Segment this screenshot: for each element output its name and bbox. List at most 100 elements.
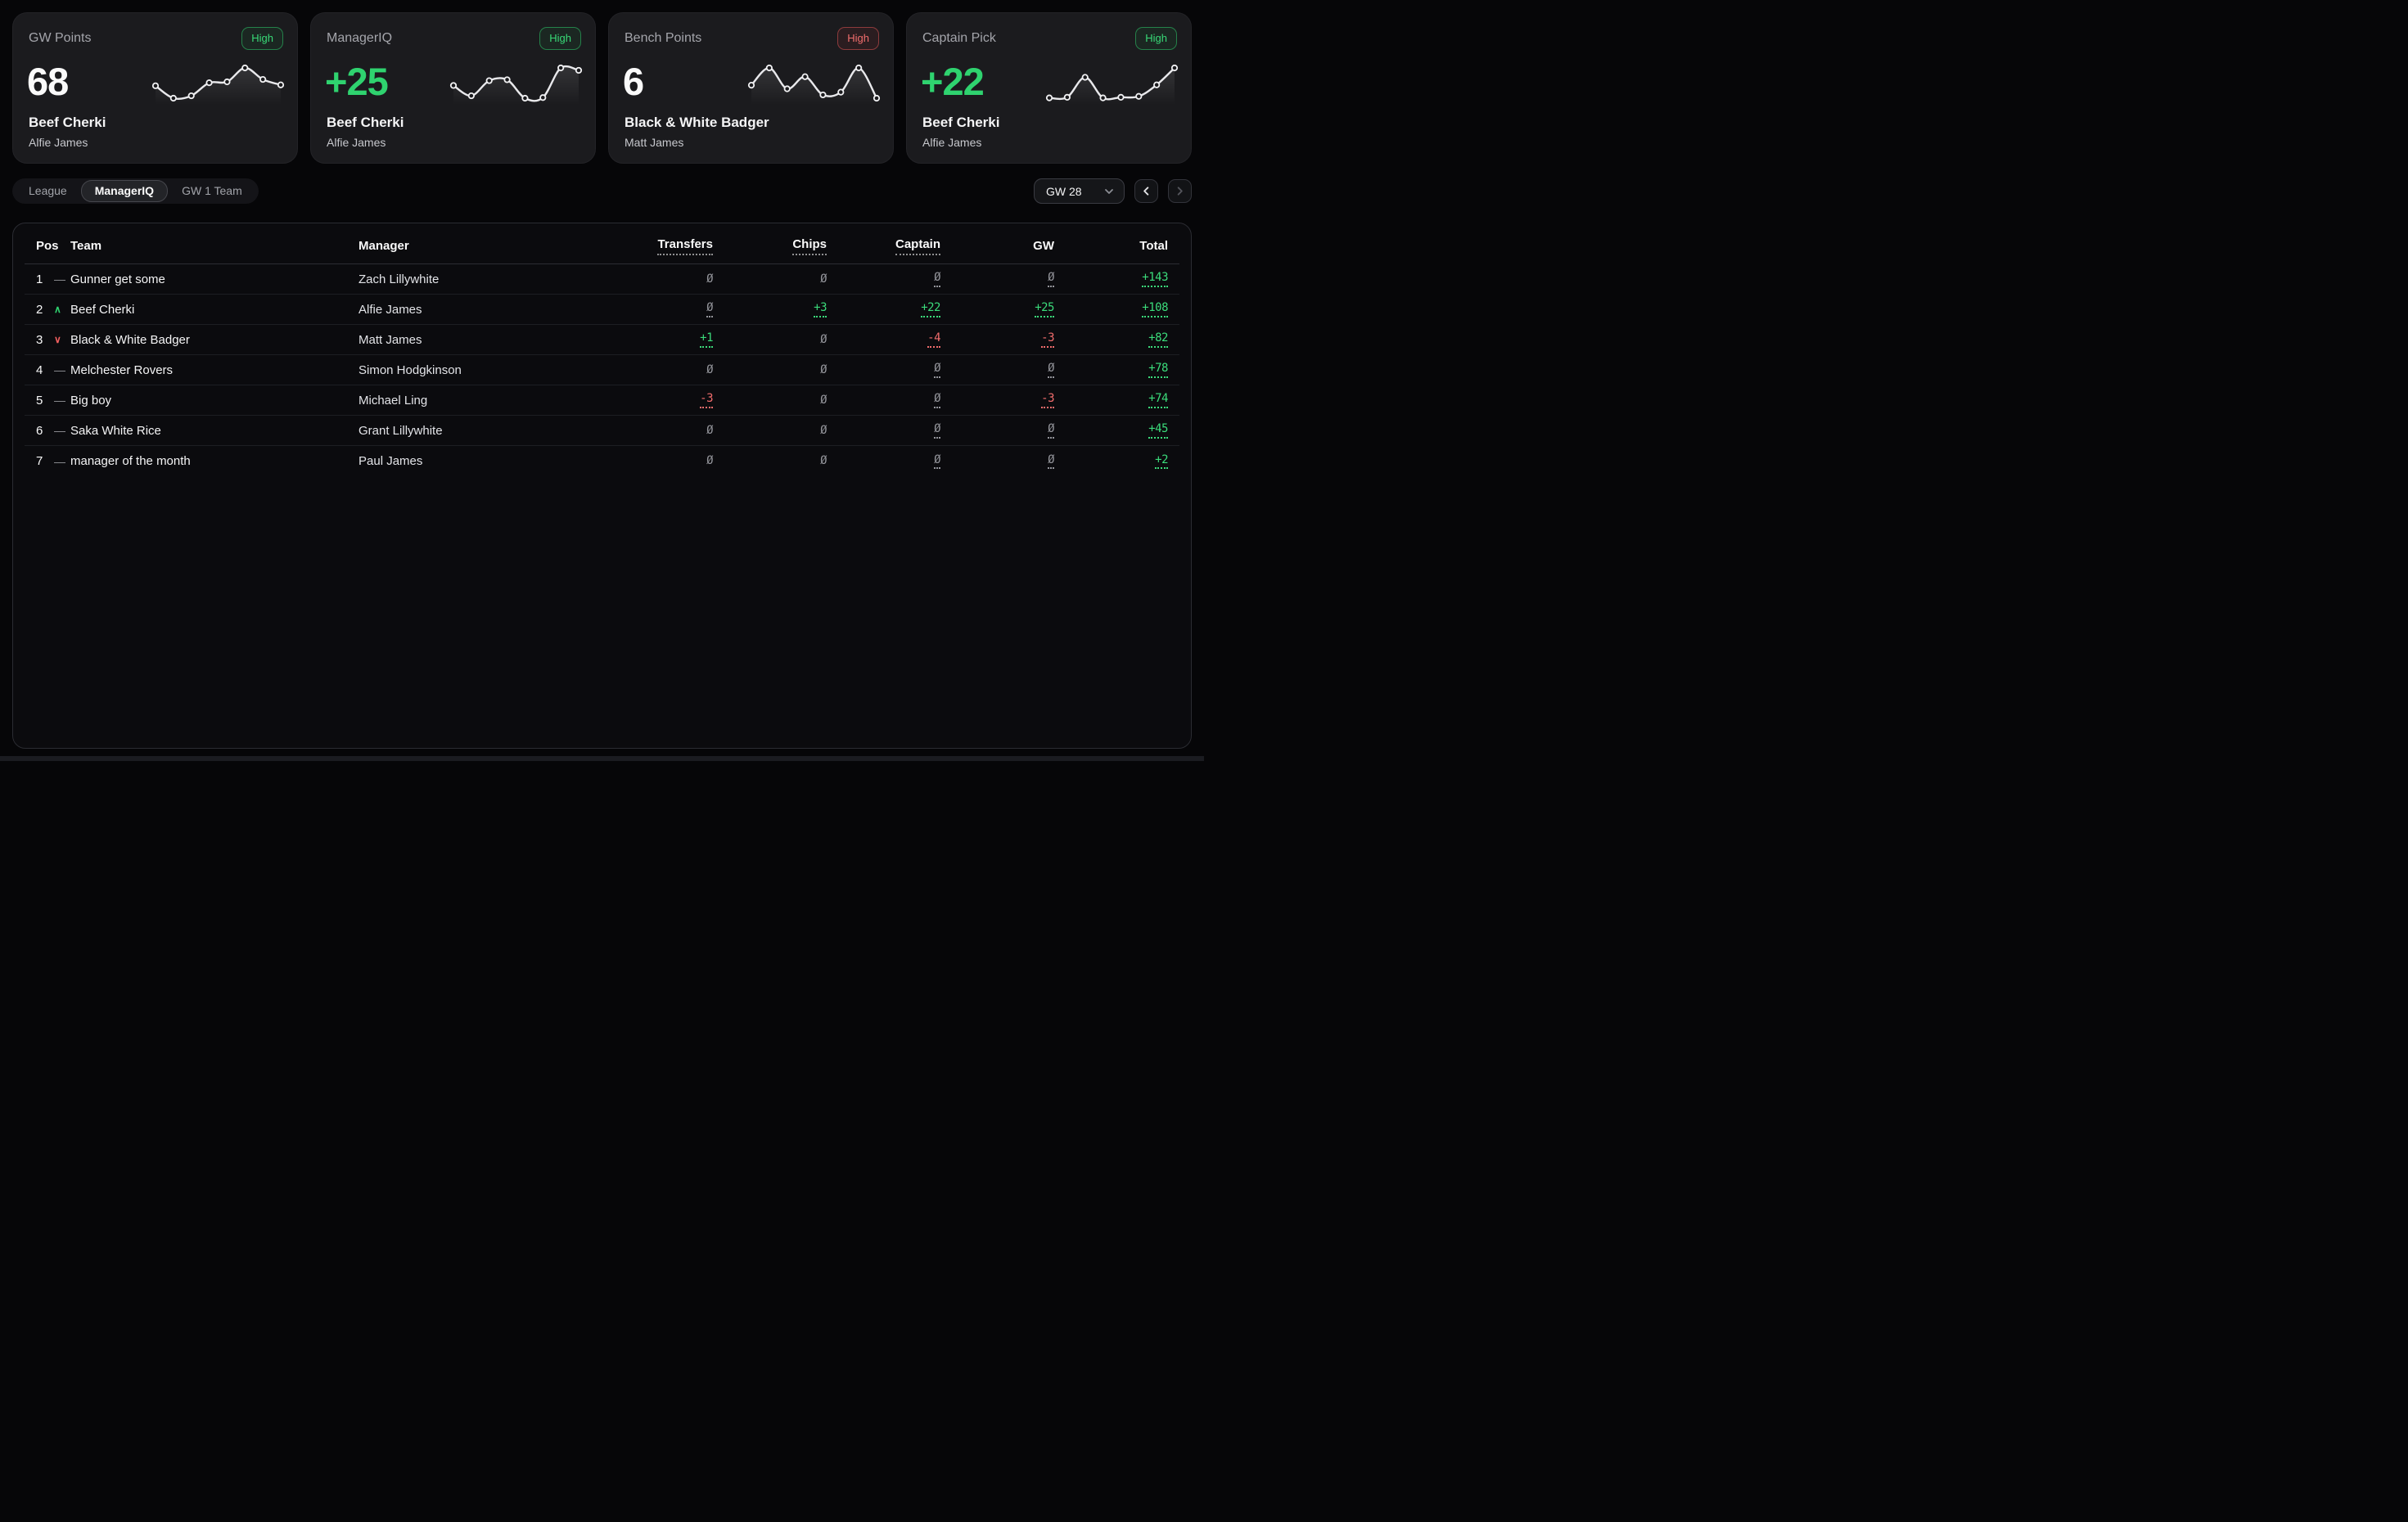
captain-value-cell: Ø [827, 362, 940, 377]
total-value[interactable]: +74 [1148, 392, 1168, 408]
gameweek-select[interactable]: GW 28 [1034, 178, 1125, 204]
col-header-label[interactable]: Chips [792, 237, 827, 255]
stat-card-gw-points: GW Points High 68 Beef Cherki Alfie Jame… [12, 12, 298, 164]
manager-name: Simon Hodgkinson [358, 363, 599, 377]
captain-value[interactable]: Ø [934, 453, 940, 469]
table-row[interactable]: 3∨Black & White BadgerMatt James+1Ø-4-3+… [25, 325, 1179, 355]
chips-value-cell: Ø [713, 333, 827, 346]
card-team-name: Beef Cherki [29, 115, 106, 131]
team-name: Melchester Rovers [70, 363, 358, 377]
captain-value[interactable]: Ø [934, 271, 940, 286]
card-title: Captain Pick [922, 31, 996, 46]
manager-name: Matt James [358, 333, 599, 347]
status-badge: High [241, 27, 283, 50]
stat-card-bench-points: Bench Points High 6 Black & White Badger… [608, 12, 894, 164]
dashboard-page: GW Points High 68 Beef Cherki Alfie Jame… [0, 0, 1204, 761]
col-header-total: Total [1054, 239, 1168, 253]
card-title: Bench Points [625, 31, 701, 46]
manager-name: Grant Lillywhite [358, 424, 599, 438]
table-row[interactable]: 4—Melchester RoversSimon HodgkinsonØØØØ+… [25, 355, 1179, 385]
movement-same-icon: — [52, 456, 70, 467]
transfers-value[interactable]: Ø [706, 301, 713, 317]
gw-value[interactable]: +25 [1035, 301, 1054, 317]
movement-up-icon: ∧ [52, 304, 70, 314]
status-badge: High [1135, 27, 1177, 50]
col-header-label[interactable]: Captain [895, 237, 940, 255]
tab-manageriq[interactable]: ManagerIQ [81, 180, 168, 202]
captain-value[interactable]: Ø [934, 422, 940, 438]
movement-same-icon: — [52, 273, 70, 285]
captain-value-cell: Ø [827, 392, 940, 408]
transfers-value[interactable]: +1 [700, 331, 713, 347]
card-team-name: Beef Cherki [922, 115, 999, 131]
total-value[interactable]: +143 [1142, 271, 1168, 286]
captain-value[interactable]: +22 [921, 301, 940, 317]
gw-value-cell: -3 [940, 331, 1054, 347]
chips-value[interactable]: +3 [814, 301, 827, 317]
table-row[interactable]: 2∧Beef CherkiAlfie JamesØ+3+22+25+108 [25, 295, 1179, 325]
position-number: 5 [36, 394, 52, 408]
previous-gameweek-button[interactable] [1134, 179, 1158, 203]
transfers-value[interactable]: -3 [700, 392, 713, 408]
gw-value[interactable]: Ø [1048, 271, 1054, 286]
card-value: +25 [325, 59, 388, 104]
chips-value: Ø [820, 424, 827, 437]
movement-same-icon: — [52, 394, 70, 406]
chevron-down-icon [1103, 186, 1115, 197]
card-value: 68 [27, 59, 68, 104]
gw-value[interactable]: -3 [1041, 392, 1054, 408]
total-value[interactable]: +45 [1148, 422, 1168, 438]
gw-value[interactable]: -3 [1041, 331, 1054, 347]
movement-same-icon: — [52, 425, 70, 436]
card-title: ManagerIQ [327, 31, 392, 46]
sparkline-chart [449, 62, 584, 111]
captain-value[interactable]: Ø [934, 362, 940, 377]
position-number: 1 [36, 272, 52, 286]
gw-value[interactable]: Ø [1048, 362, 1054, 377]
chevron-right-icon [1175, 186, 1185, 196]
captain-value[interactable]: Ø [934, 392, 940, 408]
chips-value: Ø [820, 272, 827, 286]
total-value-cell: +108 [1054, 301, 1168, 317]
sparkline-chart [746, 62, 882, 111]
col-header-gw: GW [940, 239, 1054, 253]
manager-name: Paul James [358, 454, 599, 468]
captain-value[interactable]: -4 [927, 331, 940, 347]
table-header-row: Pos Team Manager Transfers Chips Captain… [25, 228, 1179, 264]
movement-same-icon: — [52, 364, 70, 376]
transfers-value-cell: Ø [599, 301, 713, 317]
gw-value-cell: Ø [940, 453, 1054, 469]
gw-value[interactable]: Ø [1048, 422, 1054, 438]
table-row[interactable]: 1—Gunner get someZach LillywhiteØØØØ+143 [25, 264, 1179, 295]
gw-value-cell: +25 [940, 301, 1054, 317]
total-value[interactable]: +78 [1148, 362, 1168, 377]
card-manager-name: Alfie James [922, 136, 981, 149]
manager-name: Alfie James [358, 303, 599, 317]
team-name: Black & White Badger [70, 333, 358, 347]
gw-value-cell: Ø [940, 422, 1054, 438]
tab-league[interactable]: League [15, 180, 81, 202]
card-title: GW Points [29, 31, 91, 46]
col-header-team: Team [70, 239, 358, 253]
chips-value-cell: Ø [713, 394, 827, 407]
col-header-label[interactable]: Transfers [657, 237, 713, 255]
status-badge: High [539, 27, 581, 50]
table-row[interactable]: 6—Saka White RiceGrant LillywhiteØØØØ+45 [25, 416, 1179, 446]
position-number: 2 [36, 303, 52, 317]
transfers-value: Ø [706, 424, 713, 437]
gw-value[interactable]: Ø [1048, 453, 1054, 469]
next-gameweek-button[interactable] [1168, 179, 1192, 203]
position-number: 7 [36, 454, 52, 468]
table-row[interactable]: 7—manager of the monthPaul JamesØØØØ+2 [25, 446, 1179, 476]
total-value[interactable]: +82 [1148, 331, 1168, 347]
team-name: Gunner get some [70, 272, 358, 286]
table-row[interactable]: 5—Big boyMichael Ling-3ØØ-3+74 [25, 385, 1179, 416]
total-value[interactable]: +108 [1142, 301, 1168, 317]
total-value[interactable]: +2 [1155, 453, 1168, 469]
view-tabs: League ManagerIQ GW 1 Team [12, 178, 259, 204]
total-value-cell: +78 [1054, 362, 1168, 377]
tab-gw-1-team[interactable]: GW 1 Team [168, 180, 256, 202]
gw-value-cell: Ø [940, 362, 1054, 377]
transfers-value-cell: Ø [599, 363, 713, 376]
total-value-cell: +45 [1054, 422, 1168, 438]
